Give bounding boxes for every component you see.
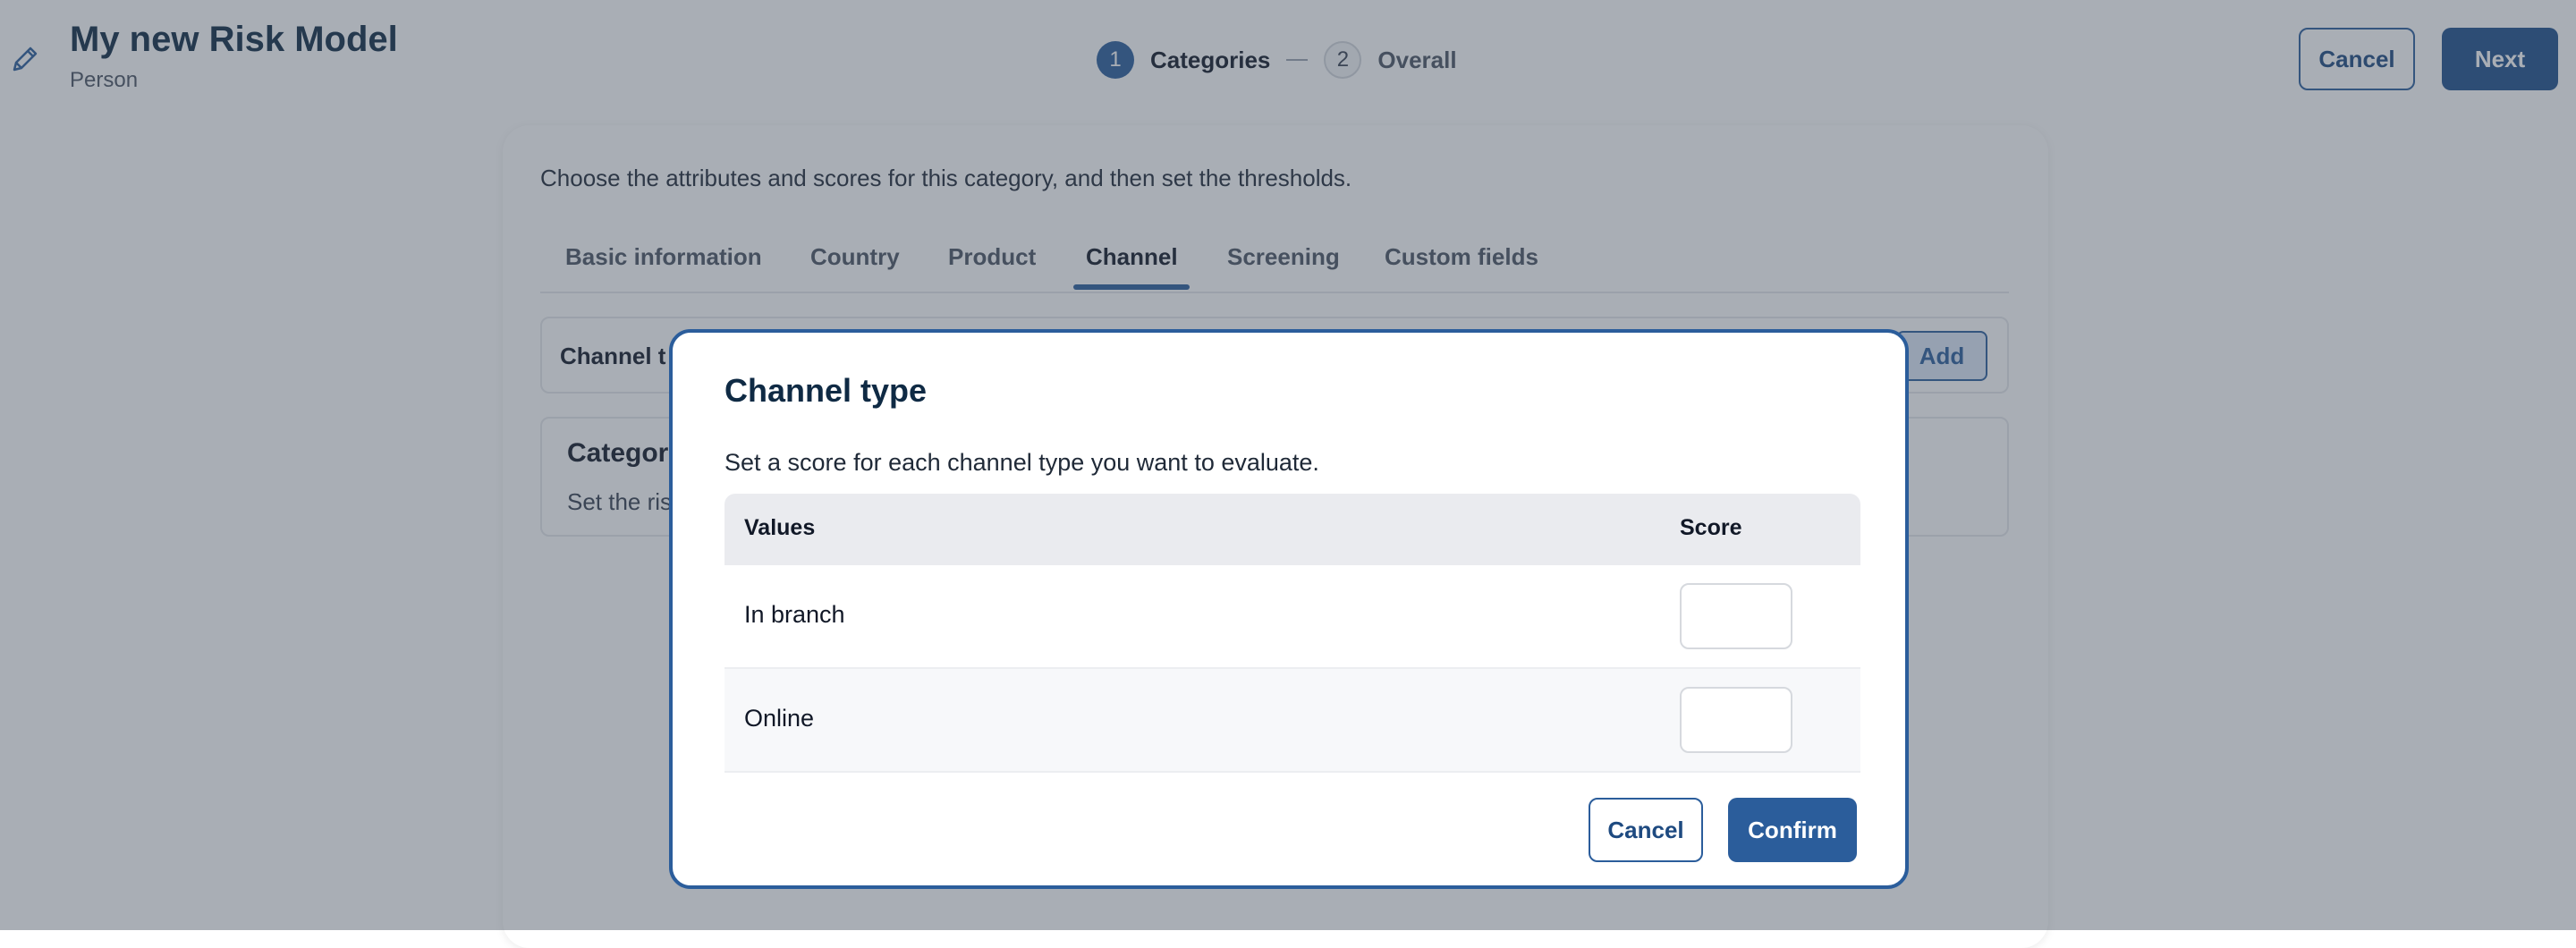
dialog-title: Channel type [724, 372, 928, 409]
table-row: Online [724, 669, 1860, 773]
row-value: In branch [744, 601, 845, 628]
score-table: Values Score In branch Online [724, 494, 1860, 773]
dialog-cancel-button[interactable]: Cancel [1589, 798, 1703, 862]
row-value: Online [744, 705, 815, 732]
score-input-in-branch[interactable] [1680, 583, 1792, 649]
score-input-online[interactable] [1680, 687, 1792, 753]
column-header-values: Values [744, 515, 816, 540]
table-row: In branch [724, 565, 1860, 669]
channel-type-dialog: Channel type Set a score for each channe… [669, 329, 1909, 889]
column-header-score: Score [1680, 515, 1742, 540]
dialog-description: Set a score for each channel type you wa… [724, 449, 1319, 476]
table-header: Values Score [724, 494, 1860, 565]
confirm-button[interactable]: Confirm [1728, 798, 1857, 862]
